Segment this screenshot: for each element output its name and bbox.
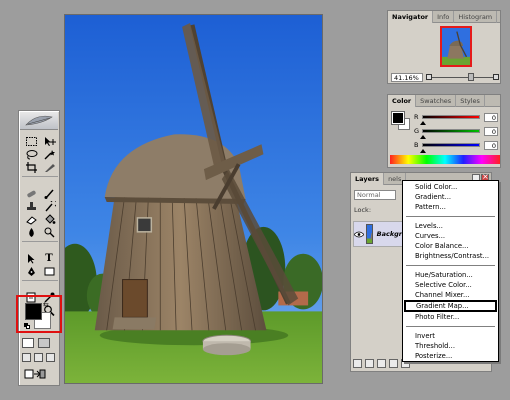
windmill-photo [65,15,322,383]
blue-value-field[interactable]: 0 [484,140,498,150]
history-brush-tool-icon[interactable] [40,200,58,213]
navigator-thumbnail[interactable] [440,26,472,67]
menu-separator [406,216,495,217]
menu-item-posterize[interactable]: Posterize... [403,351,498,361]
menu-item-hue-saturation[interactable]: Hue/Saturation... [403,270,498,280]
menu-item-curves[interactable]: Curves... [403,231,498,241]
new-fill-adjustment-layer-menu: Solid Color... Gradient... Pattern... Le… [402,180,499,362]
lock-label: Lock: [354,206,372,214]
standard-screen-mode-icon[interactable] [22,353,31,362]
full-screen-menu-mode-icon[interactable] [34,353,43,362]
tab-layers[interactable]: Layers [351,173,385,185]
color-panel: Color Swatches Styles R 0 G 0 B 0 [387,94,501,168]
menu-item-channel-mixer[interactable]: Channel Mixer... [403,290,498,300]
zoom-slider[interactable] [426,72,499,82]
zoom-percentage-field[interactable]: 41.16% [391,72,423,82]
lasso-tool-icon[interactable] [22,148,40,161]
blend-mode-select[interactable]: Normal [354,190,396,200]
menu-item-selective-color[interactable]: Selective Color... [403,280,498,290]
eye-visibility-icon[interactable] [354,228,364,240]
marquee-tool-icon[interactable] [22,135,40,148]
tab-histogram[interactable]: Histogram [454,11,498,23]
document-canvas[interactable] [64,14,323,384]
menu-item-photo-filter[interactable]: Photo Filter... [403,312,498,322]
type-tool-glyph: T [45,253,53,264]
red-label: R [414,113,419,121]
new-adjustment-layer-icon[interactable] [389,358,398,368]
path-selection-tool-icon[interactable] [22,252,40,265]
red-slider[interactable] [420,115,480,125]
menu-item-gradient[interactable]: Gradient... [403,192,498,202]
menu-item-threshold[interactable]: Threshold... [403,341,498,351]
layer-style-icon[interactable] [365,358,374,368]
tab-swatches[interactable]: Swatches [416,95,457,107]
red-slider-row: R 0 [414,111,500,125]
zoom-slider-knob[interactable] [468,72,474,81]
color-panel-foreground-swatch[interactable] [391,111,405,125]
green-label: G [414,127,420,135]
crop-tool-icon[interactable] [22,161,40,174]
menu-item-color-balance[interactable]: Color Balance... [403,241,498,251]
paint-bucket-tool-icon[interactable] [40,213,58,226]
blue-label: B [414,141,419,149]
tab-info[interactable]: Info [433,11,455,23]
layer-thumbnail [366,224,373,244]
type-tool-icon[interactable]: T [40,252,58,265]
menu-item-brightness-contrast[interactable]: Brightness/Contrast... [403,251,498,261]
jump-to-imageready-icon[interactable] [24,368,46,380]
layer-name: Backgr [376,230,402,238]
default-colors-icon[interactable] [24,323,30,329]
toolbox-divider [22,176,58,180]
layer-row-background[interactable]: Backgr [353,221,403,247]
menu-item-levels[interactable]: Levels... [403,221,498,231]
blue-slider[interactable] [420,143,480,153]
move-tool-icon[interactable] [40,135,58,148]
rectangle-tool-icon[interactable] [40,265,58,278]
magic-wand-tool-icon[interactable] [40,148,58,161]
slice-tool-icon[interactable] [40,161,58,174]
menu-separator [406,326,495,327]
eraser-tool-icon[interactable] [22,213,40,226]
navigator-panel: Navigator Info Histogram 41.16% [387,10,501,84]
red-value-field[interactable]: 0 [484,112,498,122]
blue-slider-row: B 0 [414,139,500,153]
quick-mask-controls [22,338,50,348]
green-slider-row: G 0 [414,125,500,139]
pen-tool-icon[interactable] [22,265,40,278]
menu-separator [406,265,495,266]
quick-mask-mode-icon[interactable] [38,338,50,348]
tab-navigator[interactable]: Navigator [388,11,434,23]
color-spectrum-ramp[interactable] [390,155,500,164]
zoom-out-icon[interactable] [426,73,432,80]
clone-stamp-tool-icon[interactable] [22,200,40,213]
tab-styles[interactable]: Styles [456,95,485,107]
feather-logo-icon[interactable] [20,112,58,130]
dodge-tool-icon[interactable] [40,226,58,239]
toolbox-divider [22,280,58,284]
blur-tool-icon[interactable] [22,226,40,239]
green-slider[interactable] [420,129,480,139]
screen-mode-controls [22,353,55,362]
menu-item-solid-color[interactable]: Solid Color... [403,182,498,192]
green-value-field[interactable]: 0 [484,126,498,136]
layer-mask-icon[interactable] [377,358,386,368]
foreground-color-swatch[interactable] [25,303,42,320]
menu-item-gradient-map[interactable]: Gradient Map... [404,300,497,312]
zoom-in-icon[interactable] [493,73,499,80]
full-screen-mode-icon[interactable] [46,353,55,362]
link-layers-icon[interactable] [353,358,362,368]
menu-item-pattern[interactable]: Pattern... [403,202,498,212]
brush-tool-icon[interactable] [40,187,58,200]
tab-color[interactable]: Color [388,95,417,107]
menu-item-invert[interactable]: Invert [403,331,498,341]
healing-brush-tool-icon[interactable] [22,187,40,200]
standard-mode-icon[interactable] [22,338,34,348]
swap-colors-icon[interactable]: ⇆ [43,301,49,309]
toolbox-divider [22,241,58,245]
